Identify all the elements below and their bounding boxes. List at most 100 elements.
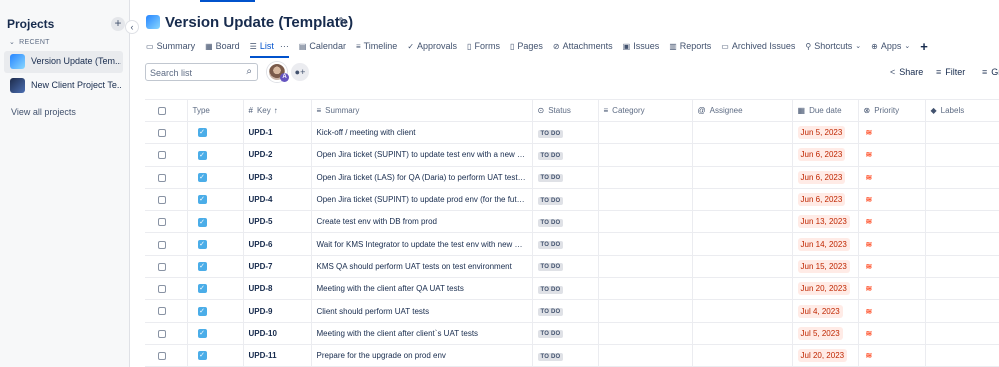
category-cell[interactable] [598, 322, 693, 345]
table-row[interactable]: ✓ UPD-7 KMS QA should perform UAT tests on… [145, 255, 999, 279]
issue-summary[interactable]: Wait for KMS Integrator to update the te… [311, 232, 533, 256]
row-select-cell[interactable] [145, 277, 188, 301]
sidebar-item-project-1[interactable]: New Client Project Te... [4, 75, 123, 97]
due-date-cell[interactable]: Jun 20, 2023 [792, 277, 859, 301]
labels-cell[interactable] [925, 344, 999, 367]
column-header-type[interactable]: Type [187, 99, 244, 122]
row-select-cell[interactable] [145, 188, 188, 212]
assignee-cell[interactable] [692, 188, 793, 212]
assignee-cell[interactable] [692, 232, 793, 256]
issue-key[interactable]: UPD-3 [243, 166, 312, 189]
priority-cell[interactable]: ≋ [858, 344, 926, 367]
row-select-cell[interactable] [145, 322, 188, 345]
group-button[interactable]: ≡Gr [982, 67, 999, 77]
checkbox[interactable] [158, 129, 166, 138]
issue-key[interactable]: UPD-9 [243, 299, 312, 323]
labels-cell[interactable] [925, 188, 999, 212]
row-select-cell[interactable] [145, 255, 188, 279]
status-cell[interactable]: TO DO [532, 255, 599, 279]
due-date-cell[interactable]: Jul 4, 2023 [792, 299, 859, 323]
search-input[interactable] [150, 66, 238, 79]
labels-cell[interactable] [925, 255, 999, 279]
assignee-cell[interactable] [692, 277, 793, 301]
pin-icon[interactable]: ✎ [338, 15, 347, 28]
tab-list[interactable]: ☰ List ··· [249, 38, 290, 58]
status-cell[interactable]: TO DO [532, 188, 599, 212]
share-button[interactable]: < Share [890, 67, 923, 77]
issue-summary[interactable]: Open Jira ticket (LAS) for QA (Daria) to… [311, 166, 533, 189]
status-cell[interactable]: TO DO [532, 166, 599, 189]
add-people-icon[interactable]: ●+ [291, 63, 309, 81]
column-header-summary[interactable]: ≡ Summary [311, 99, 533, 122]
issue-key[interactable]: UPD-1 [243, 121, 312, 145]
issue-summary[interactable]: Open Jira ticket (SUPINT) to update prod… [311, 188, 533, 212]
tab-forms[interactable]: ▯ Forms [467, 38, 500, 54]
table-row[interactable]: ✓ UPD-6 Wait for KMS Integrator to update … [145, 232, 999, 256]
checkbox[interactable] [158, 151, 166, 160]
assignee-cell[interactable] [692, 322, 793, 345]
status-cell[interactable]: TO DO [532, 232, 599, 256]
column-header-priority[interactable]: ⊗ Priority [858, 99, 926, 122]
labels-cell[interactable] [925, 166, 999, 189]
due-date-cell[interactable]: Jul 20, 2023 [792, 344, 859, 367]
checkbox[interactable] [158, 285, 166, 294]
tab-approvals[interactable]: ✓ Approvals [407, 38, 457, 54]
search-field[interactable]: ⌕ [145, 63, 258, 81]
more-icon[interactable]: ··· [280, 41, 289, 51]
issue-key[interactable]: UPD-5 [243, 210, 312, 234]
checkbox[interactable] [158, 262, 166, 271]
issue-summary[interactable]: Create test env with DB from prod [311, 210, 533, 234]
labels-cell[interactable] [925, 210, 999, 234]
labels-cell[interactable] [925, 277, 999, 301]
status-cell[interactable]: TO DO [532, 322, 599, 345]
column-header-labels[interactable]: ◆ Labels [925, 99, 999, 122]
issue-key[interactable]: UPD-8 [243, 277, 312, 301]
issue-summary[interactable]: Kick-off / meeting with client [311, 121, 533, 145]
category-cell[interactable] [598, 143, 693, 167]
labels-cell[interactable] [925, 232, 999, 256]
priority-cell[interactable]: ≋ [858, 210, 926, 234]
priority-cell[interactable]: ≋ [858, 121, 926, 145]
table-row[interactable]: ✓ UPD-1 Kick-off / meeting with client TO D… [145, 121, 999, 145]
issue-key[interactable]: UPD-2 [243, 143, 312, 167]
tab-attachments[interactable]: ⊘ Attachments [553, 38, 613, 54]
assignee-cell[interactable] [692, 344, 793, 367]
priority-cell[interactable]: ≋ [858, 188, 926, 212]
issue-summary[interactable]: Meeting with the client after client`s U… [311, 322, 533, 345]
tab-reports[interactable]: ▥ Reports [669, 38, 711, 54]
checkbox[interactable] [158, 329, 166, 338]
priority-cell[interactable]: ≋ [858, 299, 926, 323]
issue-key[interactable]: UPD-7 [243, 255, 312, 279]
filter-button[interactable]: ≡ Filter [936, 67, 965, 77]
tab-pages[interactable]: ▯ Pages [510, 38, 543, 54]
checkbox[interactable] [158, 352, 166, 360]
issue-summary[interactable]: Open Jira ticket (SUPINT) to update test… [311, 143, 533, 167]
category-cell[interactable] [598, 166, 693, 189]
tab-shortcuts[interactable]: ⚲ Shortcuts ⌄ [805, 38, 861, 54]
tab-summary[interactable]: ▭ Summary [146, 38, 195, 54]
tab-issues[interactable]: ▣ Issues [623, 38, 660, 54]
status-cell[interactable]: TO DO [532, 210, 599, 234]
priority-cell[interactable]: ≋ [858, 322, 926, 345]
table-row[interactable]: ✓ UPD-8 Meeting with the client after QA U… [145, 277, 999, 301]
tab-apps[interactable]: ⊕ Apps ⌄ [871, 38, 910, 54]
issue-key[interactable]: UPD-10 [243, 322, 312, 345]
tab-archived-issues[interactable]: ▭ Archived Issues [721, 38, 795, 54]
issue-key[interactable]: UPD-6 [243, 232, 312, 256]
table-row[interactable]: ✓ UPD-9 Client should perform UAT tests TO … [145, 299, 999, 323]
collapse-sidebar-button[interactable]: ‹ [125, 20, 139, 34]
due-date-cell[interactable]: Jun 6, 2023 [792, 143, 859, 167]
assignee-cell[interactable] [692, 299, 793, 323]
select-all-header[interactable] [145, 99, 188, 122]
plus-icon[interactable]: + [111, 17, 125, 31]
row-select-cell[interactable] [145, 143, 188, 167]
checkbox[interactable] [158, 240, 166, 249]
due-date-cell[interactable]: Jul 5, 2023 [792, 322, 859, 345]
tab-board[interactable]: ▦ Board [205, 38, 240, 54]
table-row[interactable]: ✓ UPD-2 Open Jira ticket (SUPINT) to updat… [145, 143, 999, 167]
assignee-cell[interactable] [692, 166, 793, 189]
due-date-cell[interactable]: Jun 6, 2023 [792, 188, 859, 212]
issue-summary[interactable]: Meeting with the client after QA UAT tes… [311, 277, 533, 301]
issue-summary[interactable]: KMS QA should perform UAT tests on test … [311, 255, 533, 279]
column-header-key[interactable]: # Key ↑ [243, 99, 312, 122]
